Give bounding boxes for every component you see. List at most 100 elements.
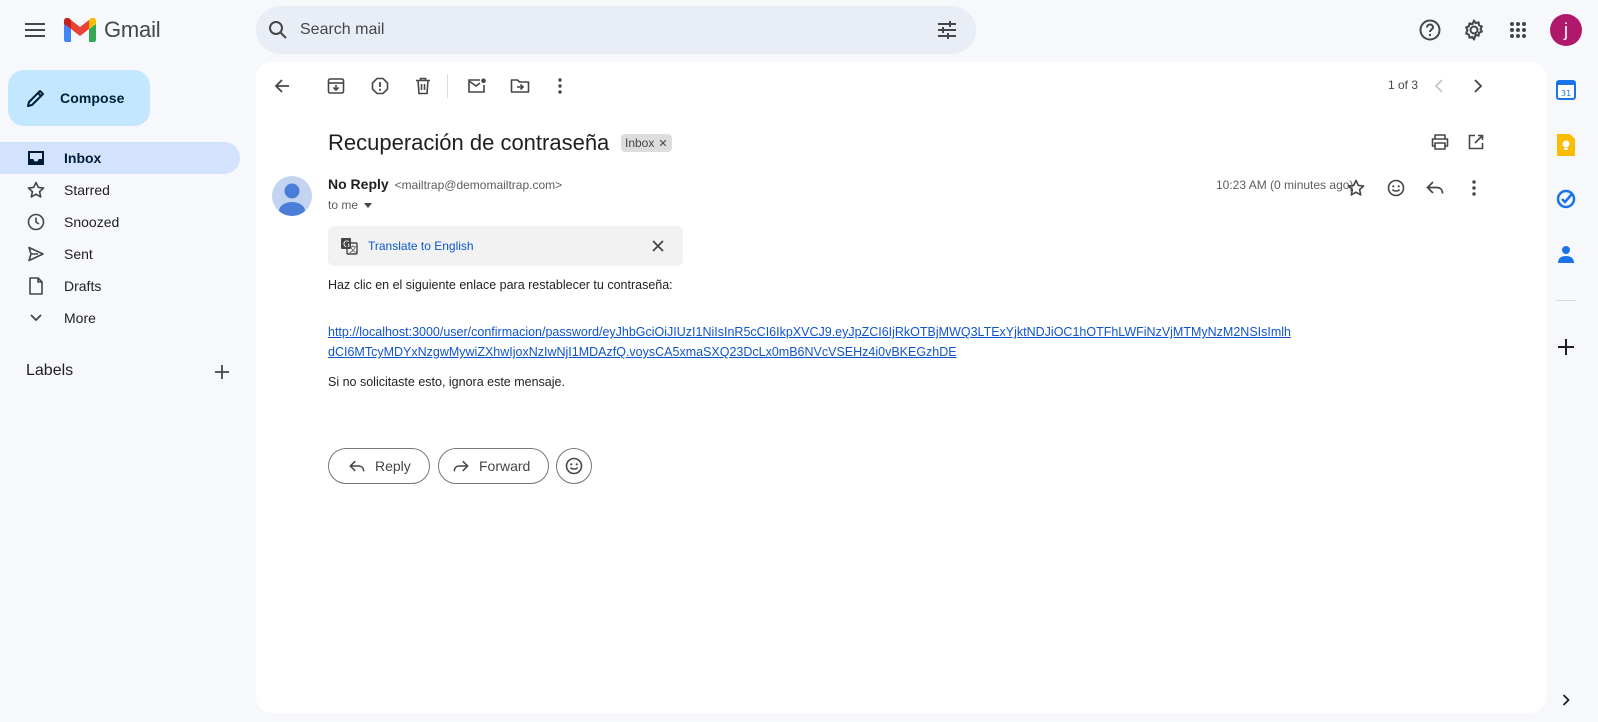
reset-password-link[interactable]: http://localhost:3000/user/confirmacion/… (328, 322, 1338, 362)
print-button[interactable] (1424, 126, 1456, 158)
search-options-icon[interactable] (937, 20, 957, 40)
close-translate-button[interactable] (646, 234, 670, 258)
person-icon (279, 183, 305, 216)
more-vert-icon (558, 78, 562, 94)
reset-link-line[interactable]: dCI6MTcyMDYxNzgwMywiZXhwIjoxNzIwNjI1MDAz… (328, 342, 1338, 362)
sidebar-item-more[interactable]: More (0, 302, 240, 334)
reset-link-line[interactable]: http://localhost:3000/user/confirmacion/… (328, 322, 1338, 342)
settings-button[interactable] (1454, 10, 1494, 50)
keep-app-button[interactable] (1554, 133, 1578, 157)
rail-divider (1556, 300, 1576, 301)
gear-icon (1465, 19, 1483, 41)
print-icon (1431, 134, 1449, 150)
plus-icon (1558, 339, 1574, 355)
message-view: 1 of 3 Recuperación de contraseña Inbox … (256, 62, 1546, 713)
compose-button[interactable]: Compose (8, 70, 150, 126)
send-icon (26, 246, 46, 262)
add-reaction-button[interactable] (1380, 172, 1412, 204)
body-paragraph: Si no solicitaste esto, ignora este mens… (328, 375, 565, 389)
emoji-icon (1387, 179, 1405, 197)
clock-icon (26, 213, 46, 231)
open-new-window-button[interactable] (1460, 126, 1492, 158)
sidebar-item-sent[interactable]: Sent (0, 238, 240, 270)
caret-down-icon (364, 202, 373, 208)
reply-icon (349, 460, 365, 471)
search-input[interactable]: Search mail (300, 21, 384, 39)
forward-pill-button[interactable]: Forward (438, 448, 549, 484)
sidebar-item-inbox[interactable]: Inbox (0, 142, 240, 174)
spam-icon (371, 77, 389, 95)
sidebar-item-snoozed[interactable]: Snoozed (0, 206, 240, 238)
delete-button[interactable] (403, 66, 443, 106)
search-bar[interactable]: Search mail (256, 6, 976, 54)
forward-icon (453, 460, 469, 471)
star-icon (1347, 179, 1365, 196)
translate-link[interactable]: Translate to English (368, 239, 474, 253)
account-avatar[interactable]: j (1550, 14, 1582, 46)
back-button[interactable] (262, 66, 302, 106)
star-icon (26, 181, 46, 199)
close-icon[interactable]: ✕ (658, 137, 667, 150)
mark-unread-icon (468, 78, 486, 93)
main-menu-button[interactable] (15, 10, 55, 50)
archive-button[interactable] (316, 66, 356, 106)
labels-heading: Labels (26, 362, 74, 379)
reply-icon (1426, 181, 1444, 194)
support-button[interactable] (1410, 10, 1450, 50)
inbox-icon (26, 150, 46, 166)
mark-unread-button[interactable] (457, 66, 497, 106)
gmail-m-icon (64, 18, 96, 42)
message-more-button[interactable] (1458, 172, 1490, 204)
open-in-new-icon (1468, 134, 1484, 150)
chevron-left-icon (1434, 79, 1443, 93)
chevron-down-icon (26, 313, 46, 323)
reply-pill-button[interactable]: Reply (328, 448, 430, 484)
keep-icon (1557, 134, 1575, 156)
email-timestamp: 10:23 AM (0 minutes ago) (1216, 178, 1354, 192)
gmail-logo[interactable]: Gmail (64, 17, 161, 43)
sidebar-item-label: Drafts (64, 278, 102, 294)
move-to-button[interactable] (500, 66, 540, 106)
older-button[interactable] (1458, 66, 1498, 106)
get-addons-button[interactable] (1554, 335, 1578, 359)
sidebar-item-label: Snoozed (64, 214, 120, 230)
sender-avatar[interactable] (272, 176, 312, 216)
more-vert-icon (1472, 180, 1476, 196)
emoji-reaction-button[interactable] (556, 448, 592, 484)
sidebar-item-label: Inbox (64, 150, 102, 166)
svg-text:文: 文 (349, 244, 357, 254)
label-chip-text: Inbox (625, 136, 655, 150)
recipients-toggle[interactable]: to me (328, 198, 373, 212)
report-spam-button[interactable] (360, 66, 400, 106)
apps-grid-icon (1510, 22, 1526, 38)
plus-icon (215, 365, 229, 379)
newer-button[interactable] (1419, 66, 1459, 106)
sidebar-item-starred[interactable]: Starred (0, 174, 240, 206)
email-subject: Recuperación de contraseña (328, 130, 610, 155)
sidebar-item-label: Starred (64, 182, 110, 198)
apps-button[interactable] (1498, 10, 1538, 50)
help-icon (1419, 19, 1441, 41)
reply-button[interactable] (1419, 172, 1451, 204)
more-actions-button[interactable] (540, 66, 580, 106)
calendar-app-button[interactable]: 31 (1554, 78, 1578, 102)
search-icon[interactable] (268, 20, 288, 40)
hide-side-panel-button[interactable] (1554, 688, 1578, 712)
tasks-icon (1556, 189, 1576, 209)
forward-label: Forward (479, 458, 531, 474)
label-chip-inbox[interactable]: Inbox ✕ (621, 134, 672, 152)
calendar-icon: 31 (1556, 80, 1576, 100)
sidebar-item-drafts[interactable]: Drafts (0, 270, 240, 302)
tasks-app-button[interactable] (1554, 187, 1578, 211)
star-button[interactable] (1340, 172, 1372, 204)
body-paragraph: Haz clic en el siguiente enlace para res… (328, 278, 673, 292)
recipient-text: to me (328, 198, 359, 212)
sidebar-item-label: Sent (64, 246, 93, 262)
gmail-wordmark: Gmail (104, 17, 161, 42)
create-label-button[interactable] (206, 356, 238, 388)
chevron-right-icon (1562, 694, 1570, 706)
sender-name[interactable]: No Reply (328, 176, 389, 192)
contacts-app-button[interactable] (1554, 242, 1578, 266)
sender-email: <mailtrap@demomailtrap.com> (394, 178, 563, 192)
pencil-icon (27, 90, 44, 107)
